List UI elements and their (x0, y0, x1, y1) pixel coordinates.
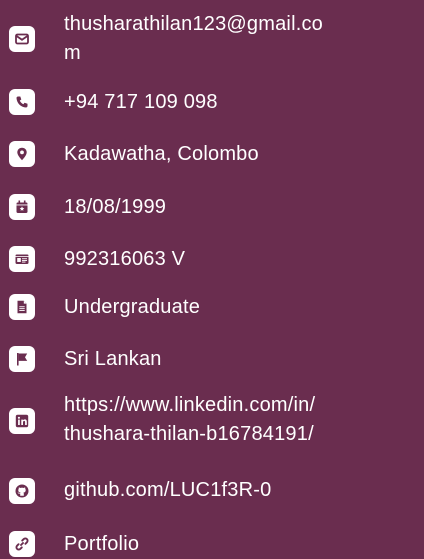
contact-item-nationality: Sri Lankan (0, 345, 424, 374)
calendar-star-icon (9, 194, 35, 220)
id-card-icon (9, 246, 35, 272)
linkedin-line-1: https://www.linkedin.com/in/ (64, 394, 316, 416)
location-text: Kadawatha, Colombo (64, 143, 259, 165)
map-pin-icon (9, 141, 35, 167)
linkedin-link[interactable]: https://www.linkedin.com/in/ thushara-th… (64, 391, 404, 449)
contact-item-phone[interactable]: +94 717 109 098 (0, 88, 424, 117)
contact-info-list: thusharathilan123@gmail.co m +94 717 109… (0, 0, 424, 558)
contact-item-education: Undergraduate (0, 293, 424, 322)
contact-item-linkedin[interactable]: https://www.linkedin.com/in/ thushara-th… (0, 391, 424, 449)
phone-text[interactable]: +94 717 109 098 (64, 88, 404, 117)
github-icon (9, 478, 35, 504)
github-link[interactable]: github.com/LUC1f3R-0 (64, 476, 404, 505)
flag-icon (9, 346, 35, 372)
email-text[interactable]: thusharathilan123@gmail.co m (64, 10, 404, 68)
email-line-1: thusharathilan123@gmail.co (64, 13, 323, 35)
link-icon (9, 531, 35, 557)
phone-icon (9, 89, 35, 115)
nationality-text: Sri Lankan (64, 348, 162, 370)
birthdate-text: 18/08/1999 (64, 196, 167, 218)
contact-item-birthdate: 18/08/1999 (0, 193, 424, 222)
contact-item-location[interactable]: Kadawatha, Colombo (0, 140, 424, 169)
contact-item-github[interactable]: github.com/LUC1f3R-0 (0, 476, 424, 505)
portfolio-link[interactable]: Portfolio (64, 530, 404, 559)
envelope-icon (9, 26, 35, 52)
contact-item-portfolio[interactable]: Portfolio (0, 530, 424, 559)
education-text: Undergraduate (64, 296, 201, 318)
contact-item-nic: 992316063 V (0, 245, 424, 274)
document-icon (9, 294, 35, 320)
linkedin-icon (9, 408, 35, 434)
linkedin-line-2: thushara-thilan-b16784191/ (64, 423, 314, 445)
contact-item-email[interactable]: thusharathilan123@gmail.co m (0, 10, 424, 68)
nic-text: 992316063 V (64, 248, 186, 270)
email-line-2: m (64, 42, 81, 64)
